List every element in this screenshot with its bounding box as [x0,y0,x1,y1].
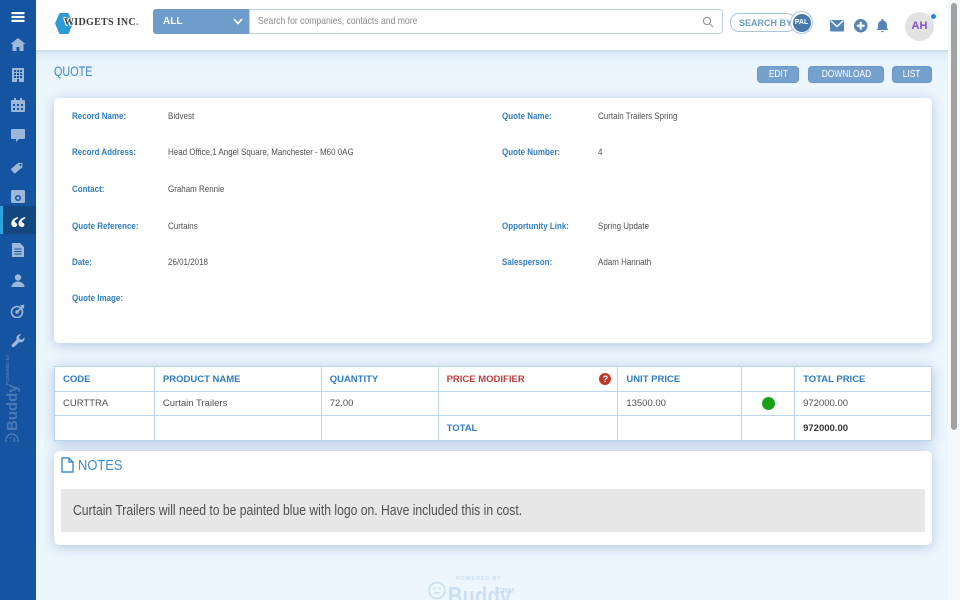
svg-text:POWERED BY: POWERED BY [5,354,10,385]
svg-text:Buddy: Buddy [4,384,21,431]
